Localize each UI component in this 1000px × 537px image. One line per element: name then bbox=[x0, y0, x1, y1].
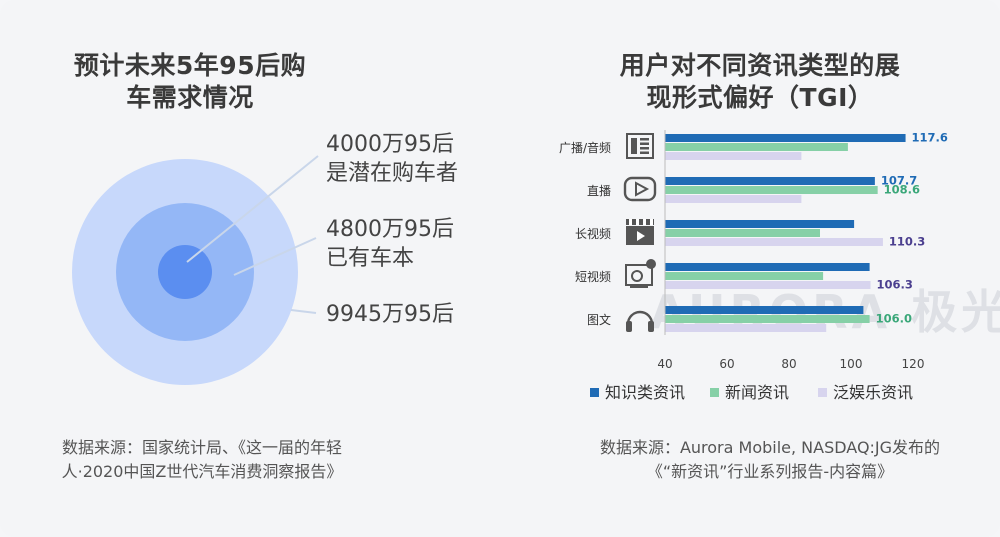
legend-label: 新闻资讯 bbox=[725, 383, 789, 402]
legend-swatch bbox=[710, 388, 719, 397]
category-label: 长视频 bbox=[575, 226, 611, 241]
clapperboard-icon bbox=[626, 219, 654, 245]
data-label: 117.6 bbox=[912, 131, 948, 145]
legend-label: 泛娱乐资讯 bbox=[833, 383, 913, 402]
x-tick-label: 80 bbox=[781, 357, 796, 371]
legend-swatch bbox=[590, 388, 599, 397]
category-label: 短视频 bbox=[575, 269, 611, 284]
bar bbox=[665, 324, 827, 332]
right-source-line2: 《“新资讯”行业系列报告-内容篇》 bbox=[646, 462, 894, 481]
audio-panel-icon bbox=[626, 133, 654, 159]
bar bbox=[665, 238, 883, 246]
bar bbox=[665, 306, 864, 314]
bar bbox=[665, 143, 848, 151]
bar bbox=[665, 220, 855, 228]
headphones-icon bbox=[626, 310, 654, 332]
bar bbox=[665, 272, 824, 280]
x-tick-label: 60 bbox=[719, 357, 734, 371]
x-tick-label: 120 bbox=[902, 357, 925, 371]
data-label: 106.0 bbox=[876, 312, 912, 326]
category-label: 直播 bbox=[587, 184, 611, 198]
category-label: 广播/音频 bbox=[559, 140, 611, 155]
short-video-icon bbox=[625, 259, 656, 288]
data-label: 110.3 bbox=[889, 235, 925, 249]
bar bbox=[665, 315, 870, 323]
data-label: 106.3 bbox=[877, 278, 913, 292]
bar bbox=[665, 152, 802, 160]
bar bbox=[665, 229, 820, 237]
x-tick-label: 40 bbox=[657, 357, 672, 371]
right-source-line1: 数据来源：Aurora Mobile, NASDAQ:JG发布的 bbox=[599, 438, 941, 457]
bar bbox=[665, 134, 906, 142]
live-play-icon bbox=[623, 176, 657, 202]
bar bbox=[665, 186, 878, 194]
right-data-source: 数据来源：Aurora Mobile, NASDAQ:JG发布的 《“新资讯”行… bbox=[560, 436, 980, 484]
bar bbox=[665, 281, 871, 289]
legend-label: 知识类资讯 bbox=[605, 383, 685, 402]
bar bbox=[665, 195, 802, 203]
data-label: 108.6 bbox=[884, 183, 920, 197]
bar bbox=[665, 177, 875, 185]
category-label: 图文 bbox=[587, 312, 611, 327]
bar bbox=[665, 263, 870, 271]
legend-swatch bbox=[818, 388, 827, 397]
x-tick-label: 100 bbox=[840, 357, 863, 371]
